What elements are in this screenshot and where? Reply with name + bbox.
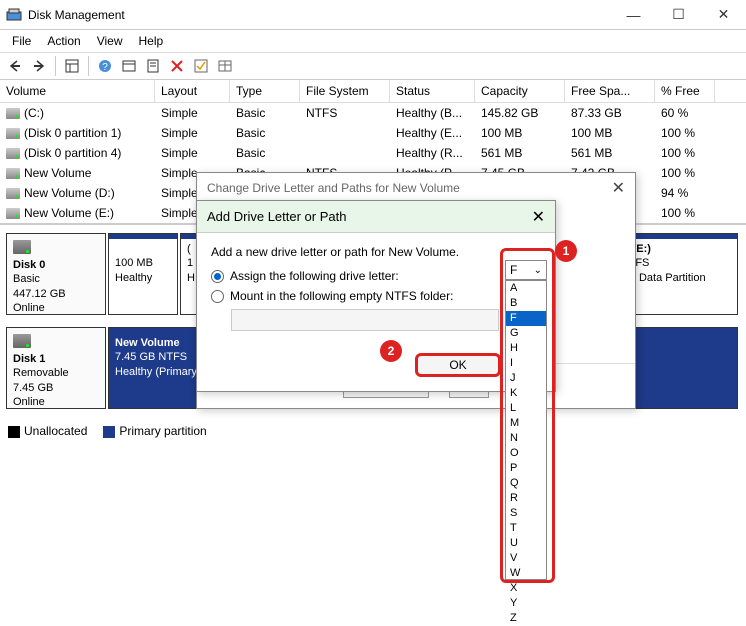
combo-option[interactable]: R xyxy=(506,491,546,506)
combo-option[interactable]: L xyxy=(506,401,546,416)
col-freespace[interactable]: Free Spa... xyxy=(565,80,655,102)
mount-path-input[interactable] xyxy=(231,309,499,331)
combo-option[interactable]: I xyxy=(506,356,546,371)
disk0-part1[interactable]: 100 MB Healthy xyxy=(108,233,178,315)
drive-letter-dropdown[interactable]: ABFGHIJKLMNOPQRSTUVWXYZ xyxy=(505,280,547,580)
disk1-header[interactable]: Disk 1 Removable 7.45 GB Online xyxy=(6,327,106,409)
volume-row[interactable]: (Disk 0 partition 1) SimpleBasic Healthy… xyxy=(0,123,746,143)
minimize-button[interactable]: — xyxy=(611,0,656,30)
drive-icon xyxy=(6,108,20,119)
disk0-header[interactable]: Disk 0 Basic 447.12 GB Online xyxy=(6,233,106,315)
view-button[interactable] xyxy=(61,55,83,77)
combo-option[interactable]: S xyxy=(506,506,546,521)
combo-option[interactable]: G xyxy=(506,326,546,341)
combo-option[interactable]: Z xyxy=(506,611,546,626)
drive-icon xyxy=(6,168,20,179)
legend-primary-swatch xyxy=(103,426,115,438)
menu-action[interactable]: Action xyxy=(39,32,88,50)
combo-option[interactable]: A xyxy=(506,281,546,296)
disk-icon xyxy=(13,334,31,348)
combo-option[interactable]: O xyxy=(506,446,546,461)
drive-icon xyxy=(6,128,20,139)
back-button[interactable] xyxy=(4,55,26,77)
combo-option[interactable]: T xyxy=(506,521,546,536)
outer-dialog-title: Change Drive Letter and Paths for New Vo… xyxy=(207,181,460,195)
radio-assign-letter[interactable] xyxy=(211,270,224,283)
app-icon xyxy=(6,7,22,23)
col-layout[interactable]: Layout xyxy=(155,80,230,102)
combo-option[interactable]: W xyxy=(506,566,546,581)
svg-text:?: ? xyxy=(102,62,108,73)
annotation-num-1: 1 xyxy=(555,240,577,262)
drive-icon xyxy=(6,188,20,199)
maximize-button[interactable]: ☐ xyxy=(656,0,701,30)
toolbar: ? xyxy=(0,52,746,80)
combo-option[interactable]: V xyxy=(506,551,546,566)
combo-option[interactable]: Y xyxy=(506,596,546,611)
col-filesystem[interactable]: File System xyxy=(300,80,390,102)
menu-view[interactable]: View xyxy=(89,32,131,50)
menu-help[interactable]: Help xyxy=(131,32,172,50)
volume-row[interactable]: (Disk 0 partition 4) SimpleBasic Healthy… xyxy=(0,143,746,163)
combo-option[interactable]: H xyxy=(506,341,546,356)
drive-icon xyxy=(6,208,20,219)
combo-option[interactable]: B xyxy=(506,296,546,311)
combo-option[interactable]: Q xyxy=(506,476,546,491)
forward-button[interactable] xyxy=(28,55,50,77)
drive-letter-combo[interactable]: F xyxy=(505,260,547,280)
checkbox-icon[interactable] xyxy=(190,55,212,77)
list-icon[interactable] xyxy=(214,55,236,77)
annotation-num-2: 2 xyxy=(380,340,402,362)
drive-icon xyxy=(6,148,20,159)
disk-icon xyxy=(13,240,31,254)
menu-file[interactable]: File xyxy=(4,32,39,50)
combo-option[interactable]: K xyxy=(506,386,546,401)
col-capacity[interactable]: Capacity xyxy=(475,80,565,102)
help-icon[interactable]: ? xyxy=(94,55,116,77)
inner-ok-button[interactable]: OK xyxy=(415,353,501,377)
col-pctfree[interactable]: % Free xyxy=(655,80,715,102)
column-headers[interactable]: Volume Layout Type File System Status Ca… xyxy=(0,80,746,103)
instruction-text: Add a new drive letter or path for New V… xyxy=(211,245,541,259)
legend-unalloc-swatch xyxy=(8,426,20,438)
combo-option[interactable]: J xyxy=(506,371,546,386)
col-volume[interactable]: Volume xyxy=(0,80,155,102)
legend: Unallocated Primary partition xyxy=(8,424,207,438)
outer-dialog-close-icon[interactable]: ✕ xyxy=(612,178,625,198)
close-button[interactable]: ✕ xyxy=(701,0,746,30)
combo-option[interactable]: N xyxy=(506,431,546,446)
window-title: Disk Management xyxy=(28,8,611,22)
inner-dialog-close-icon[interactable]: ✕ xyxy=(532,207,545,227)
radio-mount-folder[interactable] xyxy=(211,290,224,303)
combo-option[interactable]: U xyxy=(506,536,546,551)
col-status[interactable]: Status xyxy=(390,80,475,102)
col-type[interactable]: Type xyxy=(230,80,300,102)
title-bar: Disk Management — ☐ ✕ xyxy=(0,0,746,30)
combo-option[interactable]: F xyxy=(506,311,546,326)
combo-option[interactable]: M xyxy=(506,416,546,431)
menu-bar: File Action View Help xyxy=(0,30,746,52)
combo-option[interactable]: P xyxy=(506,461,546,476)
inner-dialog-title: Add Drive Letter or Path xyxy=(207,209,346,224)
delete-icon[interactable] xyxy=(166,55,188,77)
refresh-icon[interactable] xyxy=(118,55,140,77)
add-drive-letter-dialog: Add Drive Letter or Path ✕ Add a new dri… xyxy=(196,200,556,392)
properties-icon[interactable] xyxy=(142,55,164,77)
volume-row[interactable]: (C:) SimpleBasic NTFSHealthy (B... 145.8… xyxy=(0,103,746,123)
